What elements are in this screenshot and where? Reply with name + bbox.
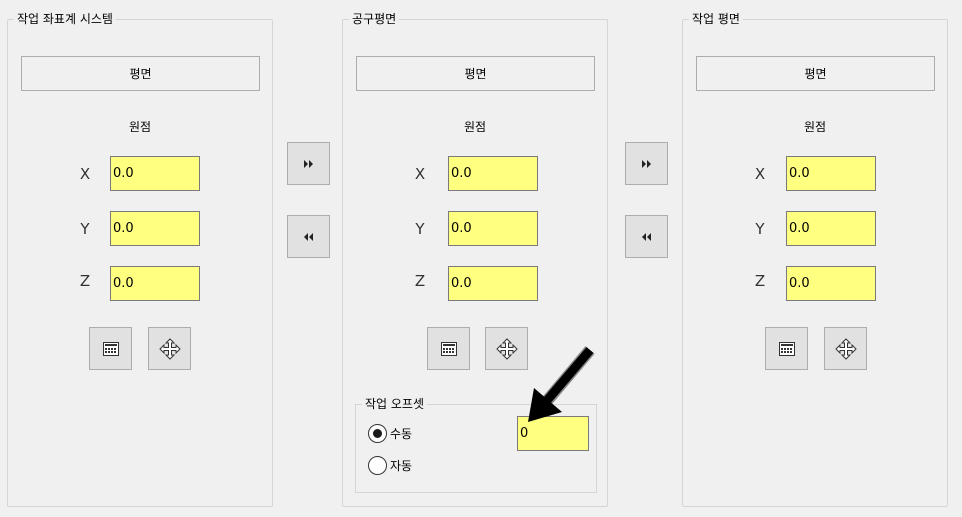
axis-label-y: Y xyxy=(415,220,425,238)
radio-selected-dot xyxy=(373,429,382,438)
z-input[interactable] xyxy=(110,266,200,301)
panel-title: 공구평면 xyxy=(349,11,400,27)
panel-work-coordinate-system: 작업 좌표계 시스템 평면 원점 X Y Z xyxy=(7,11,273,507)
x-input[interactable] xyxy=(786,156,876,191)
calculator-icon xyxy=(102,341,119,356)
calculator-button[interactable] xyxy=(89,327,132,370)
radio-manual[interactable]: 수동 xyxy=(368,424,412,443)
panel-tool-plane: 공구평면 평면 원점 X Y Z 작업 오프셋 수동 자동 xyxy=(342,11,608,507)
origin-label: 원점 xyxy=(128,120,152,134)
calculator-icon xyxy=(778,341,795,356)
x-input[interactable] xyxy=(448,156,538,191)
transfer-back-button-1[interactable] xyxy=(287,215,330,258)
plane-button[interactable]: 평면 xyxy=(696,56,935,91)
double-right-arrow-icon xyxy=(303,159,313,168)
work-offset-title: 작업 오프셋 xyxy=(362,396,428,412)
axis-label-y: Y xyxy=(80,220,90,238)
x-input[interactable] xyxy=(110,156,200,191)
radio-manual-label: 수동 xyxy=(390,427,413,441)
move-button[interactable] xyxy=(148,327,191,370)
transfer-forward-button-2[interactable] xyxy=(625,142,668,185)
radio-auto-circle[interactable] xyxy=(368,456,387,475)
y-input[interactable] xyxy=(110,211,200,246)
y-input[interactable] xyxy=(786,211,876,246)
y-input[interactable] xyxy=(448,211,538,246)
radio-manual-circle[interactable] xyxy=(368,424,387,443)
double-left-arrow-icon xyxy=(641,232,651,241)
move-cross-arrows-icon xyxy=(158,337,181,360)
axis-label-z: Z xyxy=(79,272,91,290)
axis-label-x: X xyxy=(414,165,426,183)
panel-title: 작업 좌표계 시스템 xyxy=(14,11,116,27)
panel-work-plane: 작업 평면 평면 원점 X Y Z xyxy=(682,11,948,507)
plane-button[interactable]: 평면 xyxy=(21,56,260,91)
double-right-arrow-icon xyxy=(641,159,651,168)
z-input[interactable] xyxy=(448,266,538,301)
axis-label-z: Z xyxy=(414,272,426,290)
calculator-button[interactable] xyxy=(427,327,470,370)
panel-title: 작업 평면 xyxy=(689,11,743,27)
move-button[interactable] xyxy=(824,327,867,370)
transfer-back-button-2[interactable] xyxy=(625,215,668,258)
axis-label-x: X xyxy=(79,165,91,183)
axis-label-x: X xyxy=(754,165,766,183)
axis-label-z: Z xyxy=(754,272,766,290)
z-input[interactable] xyxy=(786,266,876,301)
axis-label-y: Y xyxy=(755,220,765,238)
transfer-forward-button-1[interactable] xyxy=(287,142,330,185)
double-left-arrow-icon xyxy=(303,232,313,241)
radio-auto[interactable]: 자동 xyxy=(368,456,412,475)
black-pointer-arrow-icon xyxy=(528,346,595,422)
origin-label: 원점 xyxy=(803,120,827,134)
origin-label: 원점 xyxy=(463,120,487,134)
move-cross-arrows-icon xyxy=(495,337,518,360)
plane-button[interactable]: 평면 xyxy=(356,56,595,91)
radio-auto-label: 자동 xyxy=(390,459,413,473)
calculator-icon xyxy=(440,341,457,356)
move-cross-arrows-icon xyxy=(834,337,857,360)
calculator-button[interactable] xyxy=(765,327,808,370)
